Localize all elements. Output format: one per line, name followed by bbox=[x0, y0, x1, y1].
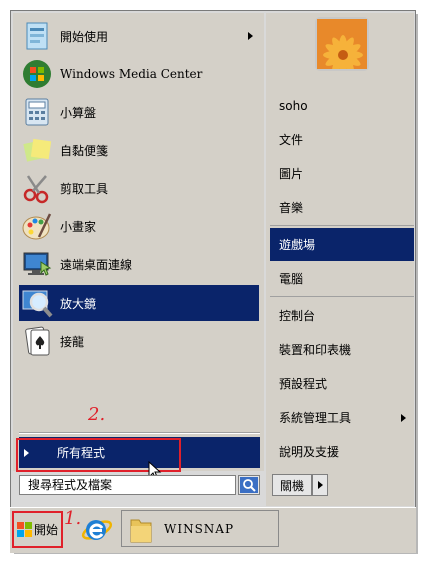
program-label: 剪取工具 bbox=[60, 181, 109, 196]
program-snipping-tool[interactable]: 剪取工具 bbox=[19, 170, 259, 206]
place-music[interactable]: 音樂 bbox=[270, 191, 414, 224]
program-label: Windows Media Center bbox=[60, 67, 203, 81]
program-calculator[interactable]: 小算盤 bbox=[19, 94, 259, 130]
program-paint[interactable]: 小畫家 bbox=[19, 208, 259, 244]
snipping-tool-icon bbox=[21, 172, 53, 204]
place-pictures[interactable]: 圖片 bbox=[270, 157, 414, 190]
sticky-notes-icon bbox=[21, 134, 53, 166]
program-label: 遠端桌面連線 bbox=[60, 257, 133, 272]
place-label: 文件 bbox=[279, 133, 304, 147]
chevron-right-icon bbox=[318, 481, 323, 489]
program-magnifier[interactable]: 放大鏡 bbox=[19, 285, 259, 321]
annotation-highlight-start bbox=[12, 511, 63, 548]
remote-desktop-icon bbox=[21, 248, 53, 280]
taskbar-window-winsnap[interactable]: WINSNAP bbox=[121, 510, 279, 547]
windows-media-center-icon bbox=[21, 58, 53, 90]
place-label: 圖片 bbox=[279, 167, 304, 181]
program-label: 小算盤 bbox=[60, 105, 97, 120]
shutdown-options-button[interactable] bbox=[312, 474, 328, 496]
place-admin-tools[interactable]: 系統管理工具 bbox=[270, 401, 414, 434]
shutdown-label: 關機 bbox=[279, 478, 304, 493]
annotation-step-2: 2. bbox=[88, 404, 106, 425]
place-label: 遊戲場 bbox=[279, 238, 316, 252]
program-remote-desktop[interactable]: 遠端桌面連線 bbox=[19, 246, 259, 282]
divider bbox=[19, 433, 260, 434]
solitaire-icon bbox=[21, 325, 53, 357]
place-default-programs[interactable]: 預設程式 bbox=[270, 367, 414, 400]
place-games[interactable]: 遊戲場 bbox=[270, 228, 414, 261]
magnifier-icon bbox=[21, 287, 53, 319]
divider bbox=[270, 225, 414, 226]
divider bbox=[270, 296, 414, 297]
place-label: soho bbox=[279, 98, 308, 113]
program-sticky-notes[interactable]: 自黏便箋 bbox=[19, 132, 259, 168]
internet-explorer-icon bbox=[81, 520, 113, 540]
place-label: 裝置和印表機 bbox=[279, 343, 352, 357]
place-devices-printers[interactable]: 裝置和印表機 bbox=[270, 333, 414, 366]
search-icon bbox=[240, 477, 258, 493]
submenu-arrow-icon bbox=[248, 32, 253, 40]
place-user-folder[interactable]: soho bbox=[270, 89, 414, 122]
getting-started-icon bbox=[21, 20, 53, 52]
shutdown-button[interactable]: 關機 bbox=[272, 474, 312, 496]
folder-icon bbox=[130, 519, 152, 542]
place-label: 音樂 bbox=[279, 201, 304, 215]
program-label: 自黏便箋 bbox=[60, 143, 109, 158]
place-label: 預設程式 bbox=[279, 377, 328, 391]
place-computer[interactable]: 電腦 bbox=[270, 262, 414, 295]
program-solitaire[interactable]: 接龍 bbox=[19, 323, 259, 359]
place-label: 電腦 bbox=[279, 272, 304, 286]
program-label: 放大鏡 bbox=[60, 296, 97, 311]
program-getting-started[interactable]: 開始使用 bbox=[19, 18, 259, 54]
internet-explorer-button[interactable] bbox=[79, 512, 115, 546]
place-control-panel[interactable]: 控制台 bbox=[270, 299, 414, 332]
place-label: 系統管理工具 bbox=[279, 411, 352, 425]
place-documents[interactable]: 文件 bbox=[270, 123, 414, 156]
search-input[interactable]: 搜尋程式及檔案 bbox=[19, 475, 236, 495]
place-label: 說明及支援 bbox=[279, 445, 340, 459]
paint-icon bbox=[21, 210, 53, 242]
submenu-arrow-icon bbox=[401, 413, 406, 422]
calculator-icon bbox=[21, 96, 53, 128]
flower-avatar-icon bbox=[317, 19, 367, 75]
place-label: 控制台 bbox=[279, 309, 316, 323]
place-help-support[interactable]: 說明及支援 bbox=[270, 435, 414, 468]
search-button[interactable] bbox=[238, 475, 260, 495]
window-label: WINSNAP bbox=[164, 521, 235, 536]
program-label: 開始使用 bbox=[60, 29, 109, 44]
user-picture[interactable] bbox=[315, 17, 369, 75]
program-windows-media-center[interactable]: Windows Media Center bbox=[19, 56, 259, 92]
program-label: 小畫家 bbox=[60, 219, 97, 234]
program-label: 接龍 bbox=[60, 334, 85, 349]
